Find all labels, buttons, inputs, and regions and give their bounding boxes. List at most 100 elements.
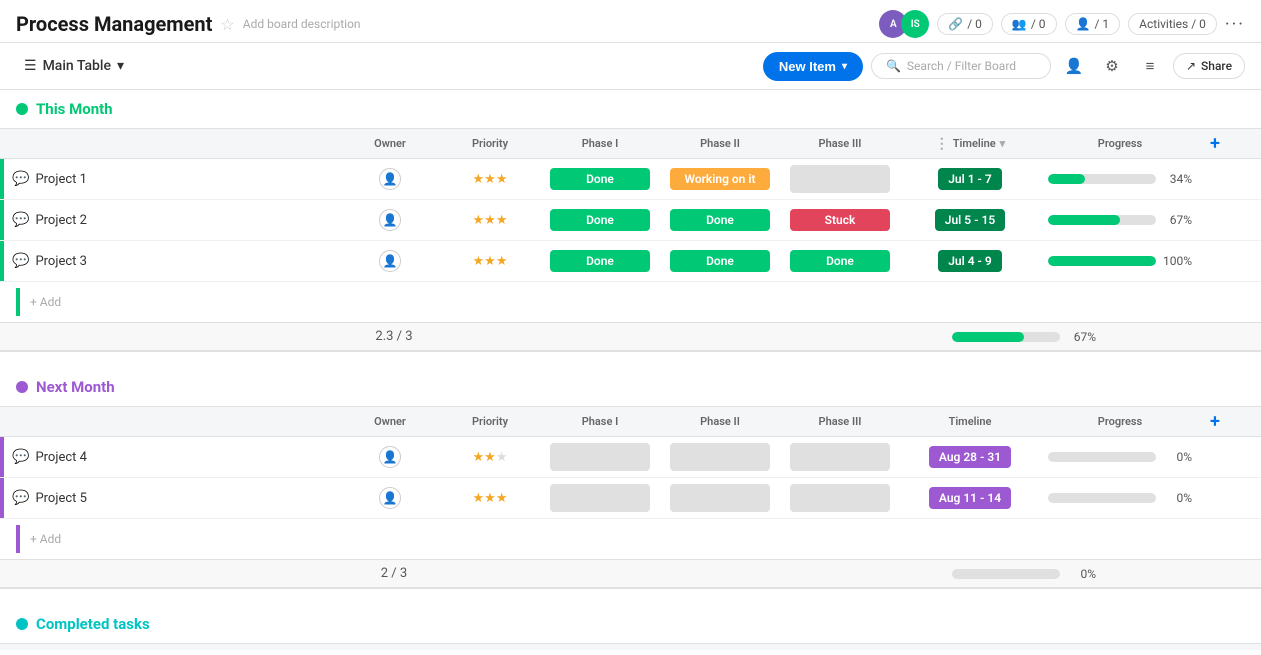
row-phase3[interactable]	[780, 482, 900, 514]
group-header-this_month: This Month	[0, 90, 1261, 128]
more-options-button[interactable]: ···	[1225, 14, 1245, 35]
row-phase1[interactable]: Done	[540, 166, 660, 192]
add-column-button[interactable]: +	[1210, 133, 1220, 154]
group-dot-next_month	[16, 381, 28, 393]
summary-progress: 67%	[944, 330, 1104, 344]
row-timeline[interactable]: Jul 5 - 15	[900, 209, 1040, 231]
row-name: 💬 Project 5	[4, 490, 340, 506]
row-owner[interactable]: 👤	[340, 446, 440, 468]
project-name: Project 1	[35, 172, 87, 187]
col-add-header: +	[1200, 133, 1230, 154]
row-name: 💬 Project 2	[4, 212, 340, 228]
person-filter-button[interactable]: 👤	[1059, 51, 1089, 81]
row-phase3[interactable]: Stuck	[780, 207, 900, 233]
row-owner[interactable]: 👤	[340, 168, 440, 190]
row-timeline[interactable]: Jul 1 - 7	[900, 168, 1040, 190]
col-headers-this_month: Owner Priority Phase I Phase II Phase II…	[0, 128, 1261, 159]
col-header-timeline: ⋮ Timeline ▾	[900, 136, 1040, 152]
row-owner[interactable]: 👤	[340, 209, 440, 231]
col-add-header: +	[1200, 411, 1230, 432]
col-sort-icon[interactable]: ▾	[1000, 137, 1006, 150]
chip-members[interactable]: 👤 / 1	[1065, 13, 1121, 35]
member-count: / 1	[1094, 17, 1109, 31]
group-next_month: Next Month Owner Priority Phase I Phase …	[0, 368, 1261, 605]
toolbar: ☰ Main Table ▾ New Item ▾ 🔍 Search / Fil…	[0, 43, 1261, 90]
add-column-button[interactable]: +	[1210, 411, 1220, 432]
main-table-button[interactable]: ☰ Main Table ▾	[16, 54, 132, 78]
row-priority: ★★★	[440, 213, 540, 228]
priority-stars: ★★★	[473, 254, 508, 269]
invite-icon: 🔗	[948, 17, 963, 31]
owner-avatar: 👤	[379, 487, 401, 509]
board-subtitle[interactable]: Add board description	[243, 17, 361, 31]
page-title: Process Management	[16, 12, 212, 36]
row-progress: 67%	[1040, 213, 1200, 227]
group-header-completed_tasks: Completed tasks	[0, 605, 1261, 643]
row-timeline[interactable]: Aug 11 - 14	[900, 487, 1040, 509]
avatar-user2: IS	[901, 10, 929, 38]
chip-guests[interactable]: 👥 / 0	[1001, 13, 1057, 35]
summary-priority: 2 / 3	[344, 566, 444, 581]
col-header-progress: Progress	[1040, 415, 1200, 428]
owner-avatar: 👤	[379, 168, 401, 190]
col-menu-icon[interactable]: ⋮	[935, 136, 949, 152]
search-filter-box[interactable]: 🔍 Search / Filter Board	[871, 53, 1051, 79]
row-owner[interactable]: 👤	[340, 487, 440, 509]
row-phase3[interactable]	[780, 441, 900, 473]
comment-icon[interactable]: 💬	[12, 212, 29, 228]
row-phase2[interactable]: Done	[660, 248, 780, 274]
comment-icon[interactable]: 💬	[12, 171, 29, 187]
table-row: 💬 Project 2 👤 ★★★ Done Done Stuck Jul 5 …	[0, 200, 1261, 241]
comment-icon[interactable]: 💬	[12, 449, 29, 465]
row-phase3[interactable]	[780, 163, 900, 195]
row-progress: 0%	[1040, 491, 1200, 505]
row-phase2[interactable]: Working on it	[660, 166, 780, 192]
row-priority: ★★★	[440, 254, 540, 269]
main-table-label: Main Table	[43, 58, 111, 74]
header-actions: A IS 🔗 / 0 👥 / 0 👤 / 1 Activities / 0 ··…	[879, 10, 1245, 38]
group-title-next_month: Next Month	[36, 378, 115, 396]
add-row-label: + Add	[30, 295, 61, 309]
col-header-priority: Priority	[440, 415, 540, 428]
row-phase1[interactable]	[540, 441, 660, 473]
row-phase1[interactable]: Done	[540, 207, 660, 233]
project-name: Project 2	[35, 213, 87, 228]
comment-icon[interactable]: 💬	[12, 490, 29, 506]
col-header-priority: Priority	[440, 137, 540, 150]
group-header-next_month: Next Month	[0, 368, 1261, 406]
share-button[interactable]: ↗ Share	[1173, 53, 1245, 79]
filter-button[interactable]: ≡	[1135, 51, 1165, 81]
row-phase1[interactable]	[540, 482, 660, 514]
favorite-star[interactable]: ☆	[220, 15, 234, 34]
add-row-button[interactable]: + Add	[0, 282, 1261, 322]
chip-activities[interactable]: Activities / 0	[1128, 13, 1217, 35]
table-row: 💬 Project 5 👤 ★★★ Aug 11 - 14 0%	[0, 478, 1261, 519]
row-phase2[interactable]	[660, 441, 780, 473]
row-phase3[interactable]: Done	[780, 248, 900, 274]
row-phase2[interactable]	[660, 482, 780, 514]
priority-stars: ★★★	[473, 450, 508, 465]
comment-icon[interactable]: 💬	[12, 253, 29, 269]
row-owner[interactable]: 👤	[340, 250, 440, 272]
row-phase1[interactable]: Done	[540, 248, 660, 274]
guest-count: / 0	[1031, 17, 1046, 31]
section-gap	[0, 589, 1261, 605]
member-icon: 👤	[1076, 17, 1091, 31]
share-icon: ↗	[1186, 59, 1196, 73]
row-priority: ★★★	[440, 172, 540, 187]
project-name: Project 5	[35, 491, 87, 506]
col-headers-completed_tasks: Owner Priority Phase I Phase II Phase II…	[0, 643, 1261, 650]
row-timeline[interactable]: Jul 4 - 9	[900, 250, 1040, 272]
priority-stars: ★★★	[473, 491, 508, 506]
row-priority: ★★★	[440, 491, 540, 506]
row-timeline[interactable]: Aug 28 - 31	[900, 446, 1040, 468]
summary-row-this_month: 2.3 / 3 67%	[0, 322, 1261, 352]
new-item-button[interactable]: New Item ▾	[763, 52, 863, 81]
settings-button[interactable]: ⚙	[1097, 51, 1127, 81]
avatar-group: A IS	[879, 10, 929, 38]
chip-invites[interactable]: 🔗 / 0	[937, 13, 993, 35]
add-column-button[interactable]: +	[1210, 648, 1220, 650]
summary-progress: 0%	[944, 567, 1104, 581]
row-phase2[interactable]: Done	[660, 207, 780, 233]
add-row-button[interactable]: + Add	[0, 519, 1261, 559]
